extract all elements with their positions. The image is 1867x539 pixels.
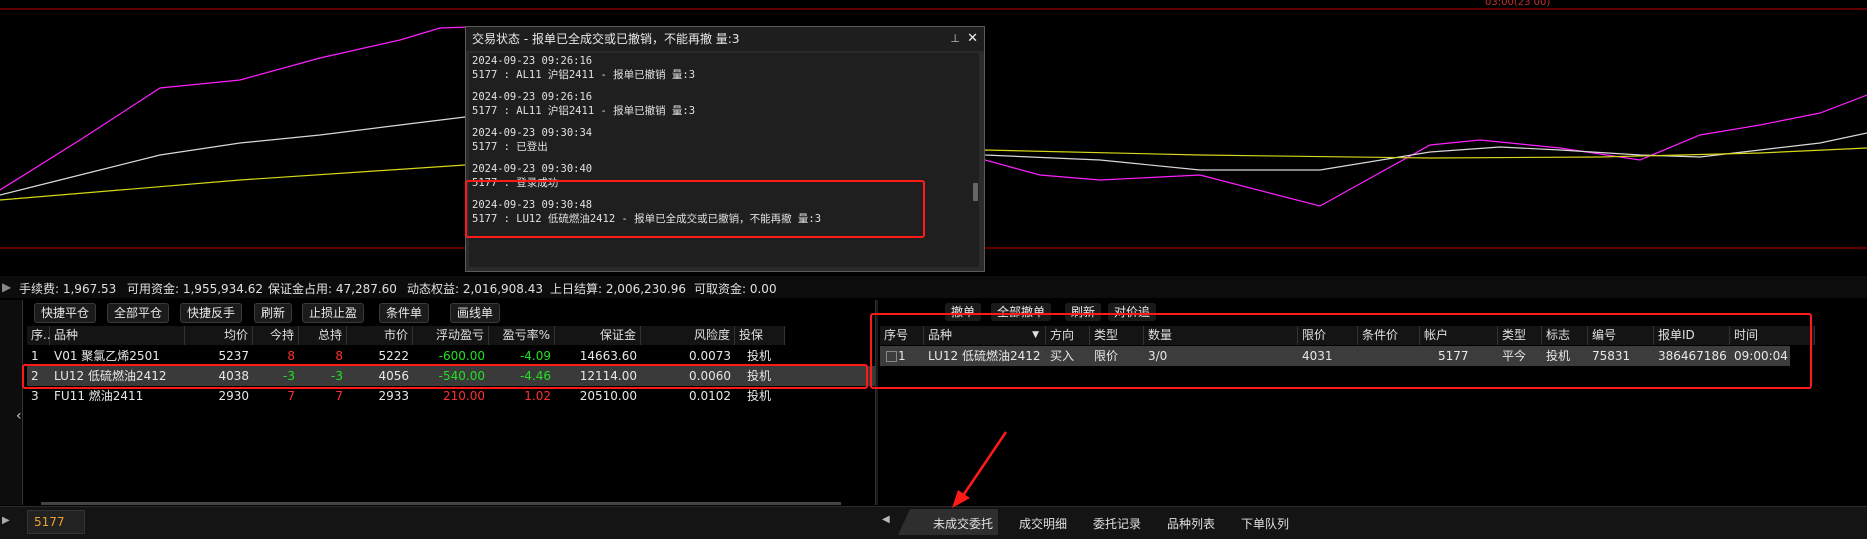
dialog-title: 交易状态 - 报单已全成交或已撤销，不能再撤 量:3 bbox=[472, 32, 740, 46]
cell-idx: 1 bbox=[31, 349, 39, 363]
account-summary-bar: ▶ 手续费: 1,967.53 可用资金: 1,955,934.62 保证金占用… bbox=[0, 276, 1867, 298]
cell-avg: 5237 bbox=[218, 349, 249, 363]
cell-name: FU11 燃油2411 bbox=[54, 389, 144, 403]
positions-table: 序.. 品种 均价 今持 总持 市价 浮动盈亏 盈亏率% 保证金 风险度 投保 … bbox=[27, 326, 875, 506]
bottom-expand-icon[interactable]: ▶ bbox=[2, 515, 10, 526]
tab-trade-details[interactable]: 成交明细 bbox=[1019, 515, 1067, 532]
position-toolbar: 快捷平仓 全部平仓 快捷反手 刷新 止损止盈 条件单 画线单 bbox=[27, 303, 875, 325]
log-line: 5177 : AL11 沪铝2411 - 报单已撤销 量:3 bbox=[472, 69, 696, 81]
log-line: 2024-09-23 09:30:34 bbox=[472, 127, 593, 139]
annotation-arrow bbox=[952, 431, 1008, 508]
quick-close-button[interactable]: 快捷平仓 bbox=[34, 303, 97, 323]
pin-icon[interactable]: ⊥ bbox=[950, 27, 960, 51]
table-row[interactable]: 3 FU11 燃油2411 2930 7 7 2933 210.00 1.02 … bbox=[27, 386, 875, 406]
cell-name: V01 聚氯乙烯2501 bbox=[54, 349, 160, 363]
cell-mkt: 5222 bbox=[378, 349, 409, 363]
col-header-rate[interactable]: 盈亏率% bbox=[489, 326, 555, 345]
cell-today: 7 bbox=[287, 389, 295, 403]
conditional-order-button[interactable]: 条件单 bbox=[379, 303, 430, 323]
log-scrollbar[interactable] bbox=[973, 183, 978, 201]
tab-order-records[interactable]: 委托记录 bbox=[1093, 515, 1141, 532]
collapse-left-icon[interactable]: ‹ bbox=[16, 408, 22, 424]
line-order-button[interactable]: 画线单 bbox=[450, 303, 501, 323]
cell-pnl: -600.00 bbox=[438, 349, 485, 363]
col-header-idx[interactable]: 序.. bbox=[27, 326, 51, 345]
quick-reverse-button[interactable]: 快捷反手 bbox=[180, 303, 243, 323]
cell-avg: 2930 bbox=[218, 389, 249, 403]
highlight-log-entry bbox=[465, 180, 925, 238]
log-line: 2024-09-23 09:26:16 bbox=[472, 55, 593, 67]
bottom-bar: ▶ 5177 ◀ 未成交委托 成交明细 委托记录 品种列表 下单队列 bbox=[0, 506, 1867, 539]
log-line: 5177 : 已登出 bbox=[472, 141, 548, 153]
tabs-scroll-left-icon[interactable]: ◀ bbox=[882, 514, 890, 525]
cell-margin: 20510.00 bbox=[579, 389, 637, 403]
cell-today: 8 bbox=[287, 349, 295, 363]
cell-mkt: 2933 bbox=[378, 389, 409, 403]
col-header-total[interactable]: 总持 bbox=[299, 326, 347, 345]
cell-rate: -4.09 bbox=[519, 349, 551, 363]
tab-instrument-list[interactable]: 品种列表 bbox=[1167, 515, 1215, 532]
col-header-name[interactable]: 品种 bbox=[50, 326, 185, 345]
highlight-position-row bbox=[22, 364, 868, 389]
cell-total: 7 bbox=[335, 389, 343, 403]
cell-hedge: 投机 bbox=[747, 389, 772, 403]
expand-arrow-icon[interactable]: ▶ bbox=[2, 280, 11, 294]
log-line: 5177 : AL11 沪铝2411 - 报单已撤销 量:3 bbox=[472, 105, 696, 117]
close-all-button[interactable]: 全部平仓 bbox=[107, 303, 170, 323]
col-header-hedge[interactable]: 投保 bbox=[735, 326, 785, 345]
withdrawable-label: 可取资金: 0.00 bbox=[694, 282, 777, 296]
cell-idx: 3 bbox=[31, 389, 39, 403]
col-header-margin[interactable]: 保证金 bbox=[555, 326, 641, 345]
cell-margin: 14663.60 bbox=[579, 349, 637, 363]
table-row[interactable]: 1 V01 聚氯乙烯2501 5237 8 8 5222 -600.00 -4.… bbox=[27, 346, 875, 366]
close-icon[interactable]: ✕ bbox=[967, 27, 978, 51]
margin-used-label: 保证金占用: 47,287.60 bbox=[268, 282, 397, 296]
col-header-avg[interactable]: 均价 bbox=[185, 326, 253, 345]
log-line: 2024-09-23 09:26:16 bbox=[472, 91, 593, 103]
tab-order-queue[interactable]: 下单队列 bbox=[1241, 515, 1289, 532]
cell-total: 8 bbox=[335, 349, 343, 363]
account-field[interactable]: 5177 bbox=[27, 510, 85, 534]
stop-loss-button[interactable]: 止损止盈 bbox=[302, 303, 365, 323]
positions-scrollbar[interactable] bbox=[41, 502, 841, 505]
highlight-order-table bbox=[870, 313, 1812, 389]
cell-risk: 0.0102 bbox=[689, 389, 731, 403]
col-header-today[interactable]: 今持 bbox=[253, 326, 299, 345]
chart-corner-label: 03:00(23 00) bbox=[1485, 0, 1550, 8]
col-header-pnl[interactable]: 浮动盈亏 bbox=[413, 326, 489, 345]
available-funds-label: 可用资金: 1,955,934.62 bbox=[127, 282, 264, 296]
cell-pnl: 210.00 bbox=[443, 389, 485, 403]
dialog-title-bar[interactable]: 交易状态 - 报单已全成交或已撤销，不能再撤 量:3 ⊥ ✕ bbox=[466, 27, 984, 51]
cell-risk: 0.0073 bbox=[689, 349, 731, 363]
cell-hedge: 投机 bbox=[747, 349, 772, 363]
prev-settle-label: 上日结算: 2,006,230.96 bbox=[550, 282, 687, 296]
col-header-risk[interactable]: 风险度 bbox=[641, 326, 735, 345]
log-line: 2024-09-23 09:30:40 bbox=[472, 163, 593, 175]
col-header-mkt[interactable]: 市价 bbox=[347, 326, 413, 345]
cell-rate: 1.02 bbox=[524, 389, 551, 403]
fee-label: 手续费: 1,967.53 bbox=[19, 282, 117, 296]
refresh-positions-button[interactable]: 刷新 bbox=[254, 303, 293, 323]
left-collapse-panel: ‹ bbox=[0, 300, 23, 505]
equity-label: 动态权益: 2,016,908.43 bbox=[407, 282, 544, 296]
tab-pending-orders[interactable]: 未成交委托 bbox=[933, 515, 993, 532]
